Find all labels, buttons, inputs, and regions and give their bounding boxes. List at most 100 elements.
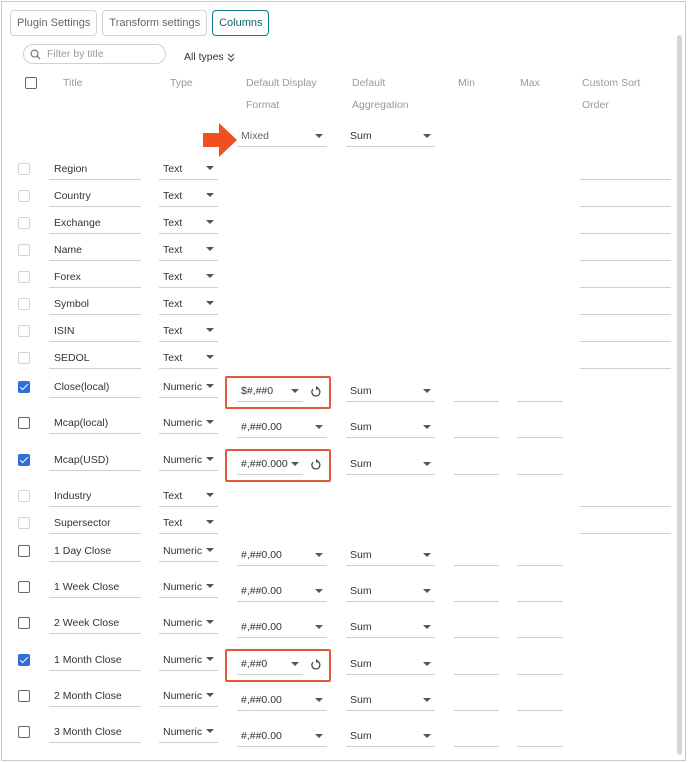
row-format-dropdown[interactable]: #,##0 bbox=[237, 655, 303, 675]
row-title-field[interactable]: Industry bbox=[49, 487, 141, 507]
row-max-field[interactable] bbox=[517, 618, 563, 638]
row-format-dropdown[interactable]: #,##0.00 bbox=[237, 546, 327, 566]
row-type-dropdown[interactable]: Numeric bbox=[159, 451, 218, 471]
reset-format-icon[interactable] bbox=[310, 459, 322, 471]
row-title-field[interactable]: Mcap(USD) bbox=[49, 451, 141, 471]
row-checkbox[interactable] bbox=[18, 726, 30, 738]
reset-format-icon[interactable] bbox=[310, 386, 322, 398]
row-checkbox[interactable] bbox=[18, 654, 30, 666]
row-type-dropdown[interactable]: Numeric bbox=[159, 378, 218, 398]
row-min-field[interactable] bbox=[454, 382, 499, 402]
row-type-dropdown[interactable]: Numeric bbox=[159, 578, 218, 598]
row-aggregation-dropdown[interactable]: Sum bbox=[346, 546, 435, 566]
row-format-dropdown[interactable]: #,##0.00 bbox=[237, 727, 327, 747]
row-format-dropdown[interactable]: #,##0.00 bbox=[237, 582, 327, 602]
tab-transform-settings[interactable]: Transform settings bbox=[102, 10, 208, 36]
row-max-field[interactable] bbox=[517, 655, 563, 675]
row-aggregation-dropdown[interactable]: Sum bbox=[346, 727, 435, 747]
row-title-field[interactable]: Country bbox=[49, 187, 141, 207]
row-type-dropdown[interactable]: Text bbox=[159, 241, 218, 261]
row-type-dropdown[interactable]: Text bbox=[159, 322, 218, 342]
row-title-field[interactable]: 1 Month Close bbox=[49, 651, 141, 671]
tab-columns[interactable]: Columns bbox=[212, 10, 270, 36]
row-type-dropdown[interactable]: Numeric bbox=[159, 542, 218, 562]
scrollbar[interactable] bbox=[677, 35, 682, 755]
row-format-dropdown[interactable]: #,##0.00 bbox=[237, 418, 327, 438]
row-checkbox[interactable] bbox=[18, 617, 30, 629]
row-title-field[interactable]: Name bbox=[49, 241, 141, 261]
row-aggregation-dropdown[interactable]: Sum bbox=[346, 382, 435, 402]
row-type-dropdown[interactable]: Text bbox=[159, 295, 218, 315]
row-title-field[interactable]: Supersector bbox=[49, 514, 141, 534]
row-title-field[interactable]: 2 Week Close bbox=[49, 614, 141, 634]
row-sort-order-field[interactable] bbox=[580, 160, 671, 180]
row-max-field[interactable] bbox=[517, 691, 563, 711]
row-title-field[interactable]: Region bbox=[49, 160, 141, 180]
row-min-field[interactable] bbox=[454, 546, 499, 566]
row-format-dropdown[interactable]: #,##0.00 bbox=[237, 691, 327, 711]
row-min-field[interactable] bbox=[454, 455, 499, 475]
row-aggregation-dropdown[interactable]: Sum bbox=[346, 618, 435, 638]
row-checkbox[interactable] bbox=[18, 690, 30, 702]
row-checkbox[interactable] bbox=[18, 381, 30, 393]
row-max-field[interactable] bbox=[517, 582, 563, 602]
row-sort-order-field[interactable] bbox=[580, 187, 671, 207]
row-type-dropdown[interactable]: Text bbox=[159, 214, 218, 234]
row-type-dropdown[interactable]: Numeric bbox=[159, 614, 218, 634]
row-checkbox[interactable] bbox=[18, 454, 30, 466]
row-sort-order-field[interactable] bbox=[580, 295, 671, 315]
reset-format-icon[interactable] bbox=[310, 659, 322, 671]
row-title-field[interactable]: ISIN bbox=[49, 322, 141, 342]
tab-plugin-settings[interactable]: Plugin Settings bbox=[10, 10, 98, 36]
row-aggregation-dropdown[interactable]: Sum bbox=[346, 455, 435, 475]
row-title-field[interactable]: Mcap(local) bbox=[49, 414, 141, 434]
row-sort-order-field[interactable] bbox=[580, 322, 671, 342]
row-sort-order-field[interactable] bbox=[580, 514, 671, 534]
row-sort-order-field[interactable] bbox=[580, 214, 671, 234]
row-checkbox[interactable] bbox=[18, 581, 30, 593]
row-aggregation-dropdown[interactable]: Sum bbox=[346, 582, 435, 602]
row-max-field[interactable] bbox=[517, 546, 563, 566]
row-title-field[interactable]: 1 Week Close bbox=[49, 578, 141, 598]
row-min-field[interactable] bbox=[454, 618, 499, 638]
row-title-field[interactable]: 1 Day Close bbox=[49, 542, 141, 562]
row-aggregation-dropdown[interactable]: Sum bbox=[346, 418, 435, 438]
row-aggregation-dropdown[interactable]: Sum bbox=[346, 691, 435, 711]
row-sort-order-field[interactable] bbox=[580, 349, 671, 369]
row-type-dropdown[interactable]: Text bbox=[159, 160, 218, 180]
filter-input[interactable] bbox=[47, 48, 157, 60]
row-type-dropdown[interactable]: Text bbox=[159, 487, 218, 507]
row-type-dropdown[interactable]: Numeric bbox=[159, 687, 218, 707]
row-min-field[interactable] bbox=[454, 655, 499, 675]
row-format-dropdown[interactable]: #,##0.00 bbox=[237, 618, 327, 638]
row-type-dropdown[interactable]: Text bbox=[159, 349, 218, 369]
row-aggregation-dropdown[interactable]: Sum bbox=[346, 655, 435, 675]
row-checkbox[interactable] bbox=[18, 545, 30, 557]
row-type-dropdown[interactable]: Numeric bbox=[159, 414, 218, 434]
row-type-dropdown[interactable]: Text bbox=[159, 514, 218, 534]
row-sort-order-field[interactable] bbox=[580, 268, 671, 288]
row-title-field[interactable]: Symbol bbox=[49, 295, 141, 315]
row-title-field[interactable]: SEDOL bbox=[49, 349, 141, 369]
row-min-field[interactable] bbox=[454, 418, 499, 438]
row-checkbox[interactable] bbox=[18, 417, 30, 429]
row-type-dropdown[interactable]: Text bbox=[159, 187, 218, 207]
row-title-field[interactable]: Exchange bbox=[49, 214, 141, 234]
row-title-field[interactable]: Close(local) bbox=[49, 378, 141, 398]
row-min-field[interactable] bbox=[454, 691, 499, 711]
row-max-field[interactable] bbox=[517, 382, 563, 402]
row-sort-order-field[interactable] bbox=[580, 241, 671, 261]
row-min-field[interactable] bbox=[454, 582, 499, 602]
filter-search-box[interactable] bbox=[23, 44, 166, 64]
row-type-dropdown[interactable]: Text bbox=[159, 268, 218, 288]
type-filter-dropdown[interactable]: All types bbox=[184, 51, 235, 63]
row-max-field[interactable] bbox=[517, 455, 563, 475]
row-title-field[interactable]: 2 Month Close bbox=[49, 687, 141, 707]
bulk-aggregation-dropdown[interactable]: Sum bbox=[346, 127, 435, 147]
row-max-field[interactable] bbox=[517, 727, 563, 747]
select-all-checkbox[interactable] bbox=[25, 77, 37, 89]
bulk-format-dropdown[interactable]: Mixed bbox=[237, 127, 327, 147]
row-title-field[interactable]: 3 Month Close bbox=[49, 723, 141, 743]
row-format-dropdown[interactable]: #,##0.000 bbox=[237, 455, 303, 475]
row-title-field[interactable]: Forex bbox=[49, 268, 141, 288]
